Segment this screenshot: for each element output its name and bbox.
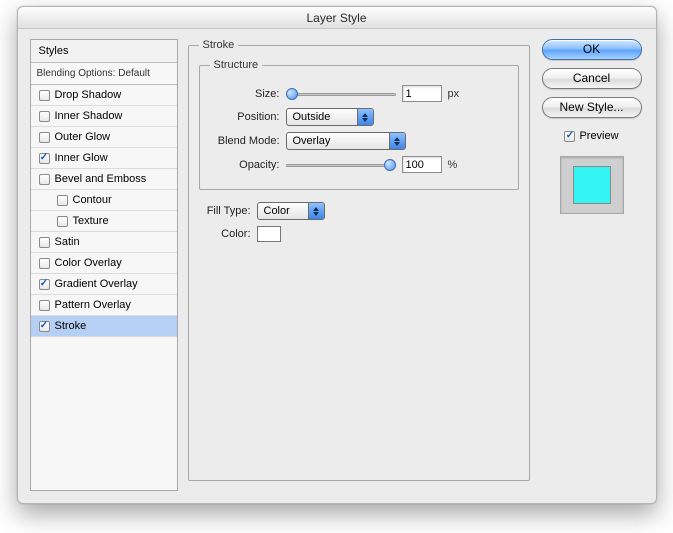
color-label: Color: [199, 228, 251, 240]
size-label: Size: [210, 88, 280, 100]
preview-swatch [573, 166, 611, 204]
style-checkbox[interactable] [39, 90, 50, 101]
style-checkbox[interactable] [39, 279, 50, 290]
style-item-label: Drop Shadow [55, 89, 122, 101]
style-item-outer-glow[interactable]: Outer Glow [31, 127, 177, 148]
position-select[interactable]: Outside [286, 108, 374, 126]
preview-label: Preview [579, 130, 618, 142]
style-item-label: Satin [55, 236, 80, 248]
style-item-label: Inner Shadow [55, 110, 123, 122]
position-label: Position: [210, 111, 280, 123]
chevron-updown-icon [357, 109, 373, 125]
filltype-label: Fill Type: [199, 205, 251, 217]
color-row: Color: [199, 226, 519, 242]
filltype-select[interactable]: Color [257, 202, 325, 220]
chevron-updown-icon [308, 203, 324, 219]
settings-panel: Stroke Structure Size: px Position: [188, 39, 530, 491]
new-style-button[interactable]: New Style... [542, 97, 642, 118]
blendmode-value: Overlay [293, 135, 331, 147]
size-row: Size: px [210, 85, 508, 102]
preview-toggle[interactable]: Preview [564, 130, 618, 142]
style-item-label: Gradient Overlay [55, 278, 138, 290]
style-item-contour[interactable]: Contour [31, 190, 177, 211]
chevron-updown-icon [389, 133, 405, 149]
stroke-group-title: Stroke [199, 39, 239, 51]
style-checkbox[interactable] [39, 321, 50, 332]
opacity-label: Opacity: [210, 159, 280, 171]
style-item-color-overlay[interactable]: Color Overlay [31, 253, 177, 274]
style-checkbox[interactable] [57, 195, 68, 206]
style-item-label: Bevel and Emboss [55, 173, 147, 185]
filltype-row: Fill Type: Color [199, 202, 519, 220]
styles-list: Drop Shadow Inner Shadow Outer Glow Inner G… [31, 85, 177, 337]
style-checkbox[interactable] [39, 300, 50, 311]
style-item-drop-shadow[interactable]: Drop Shadow [31, 85, 177, 106]
position-row: Position: Outside [210, 108, 508, 126]
blendmode-select[interactable]: Overlay [286, 132, 406, 150]
position-value: Outside [293, 111, 331, 123]
style-item-inner-shadow[interactable]: Inner Shadow [31, 106, 177, 127]
style-checkbox[interactable] [39, 174, 50, 185]
ok-button[interactable]: OK [542, 39, 642, 60]
style-checkbox[interactable] [39, 111, 50, 122]
styles-panel: Styles Blending Options: Default Drop Sh… [30, 39, 178, 491]
style-checkbox[interactable] [57, 216, 68, 227]
style-item-bevel-and-emboss[interactable]: Bevel and Emboss [31, 169, 177, 190]
color-swatch[interactable] [257, 226, 281, 242]
style-item-inner-glow[interactable]: Inner Glow [31, 148, 177, 169]
opacity-unit: % [448, 159, 458, 171]
filltype-value: Color [264, 205, 290, 217]
structure-group-title: Structure [210, 59, 263, 71]
style-checkbox[interactable] [39, 132, 50, 143]
size-unit: px [448, 88, 460, 100]
opacity-input[interactable] [402, 156, 442, 173]
style-item-label: Inner Glow [55, 152, 108, 164]
styles-header[interactable]: Styles [31, 40, 177, 63]
style-item-satin[interactable]: Satin [31, 232, 177, 253]
size-input[interactable] [402, 85, 442, 102]
style-item-pattern-overlay[interactable]: Pattern Overlay [31, 295, 177, 316]
style-item-label: Texture [73, 215, 109, 227]
stroke-group: Stroke Structure Size: px Position: [188, 39, 530, 481]
opacity-slider[interactable] [286, 159, 396, 171]
style-checkbox[interactable] [39, 153, 50, 164]
style-item-label: Stroke [55, 320, 87, 332]
style-item-label: Pattern Overlay [55, 299, 131, 311]
layer-style-dialog: Layer Style Styles Blending Options: Def… [17, 6, 657, 504]
size-slider[interactable] [286, 88, 396, 100]
style-item-label: Contour [73, 194, 112, 206]
blendmode-row: Blend Mode: Overlay [210, 132, 508, 150]
style-item-gradient-overlay[interactable]: Gradient Overlay [31, 274, 177, 295]
style-item-label: Color Overlay [55, 257, 122, 269]
style-checkbox[interactable] [39, 258, 50, 269]
action-panel: OK Cancel New Style... Preview [540, 39, 644, 491]
structure-group: Structure Size: px Position: Outs [199, 59, 519, 190]
style-item-stroke[interactable]: Stroke [31, 316, 177, 337]
blendmode-label: Blend Mode: [210, 135, 280, 147]
preview-box [560, 156, 624, 214]
opacity-row: Opacity: % [210, 156, 508, 173]
style-checkbox[interactable] [39, 237, 50, 248]
cancel-button[interactable]: Cancel [542, 68, 642, 89]
preview-checkbox[interactable] [564, 131, 575, 142]
style-item-texture[interactable]: Texture [31, 211, 177, 232]
blending-options-row[interactable]: Blending Options: Default [31, 63, 177, 85]
style-item-label: Outer Glow [55, 131, 111, 143]
dialog-title: Layer Style [18, 7, 656, 29]
dialog-content: Styles Blending Options: Default Drop Sh… [18, 29, 656, 503]
